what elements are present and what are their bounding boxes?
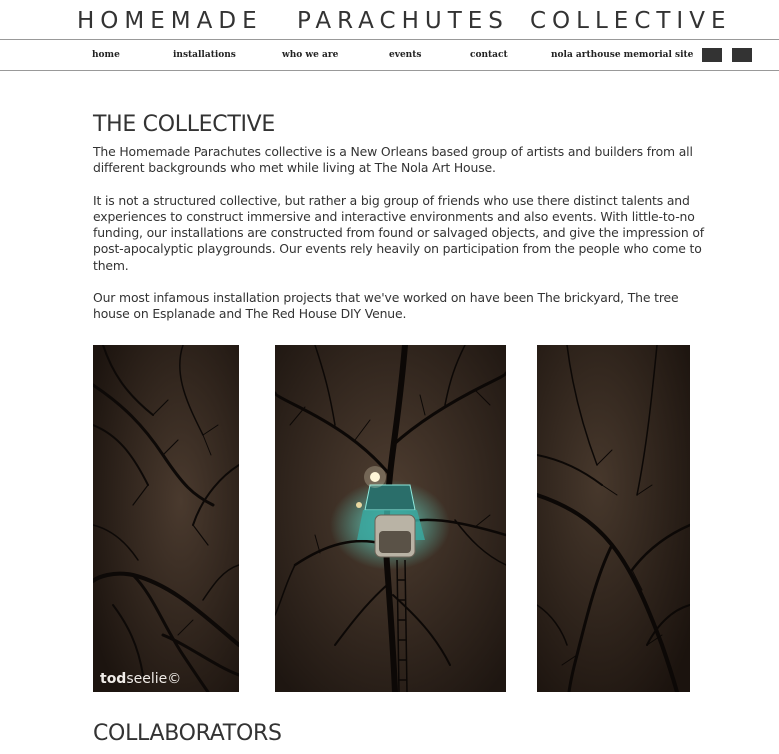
photo-right-tree[interactable] — [537, 345, 690, 692]
intro-paragraph: The Homemade Parachutes collective is a … — [93, 144, 693, 176]
nav-item-who-we-are[interactable]: who we are — [282, 40, 338, 70]
page-title: THE COLLECTIVE — [93, 112, 276, 137]
nav-item-events[interactable]: events — [389, 40, 421, 70]
main-content: THE COLLECTIVE The Homemade Parachutes c… — [93, 110, 708, 323]
nav-item-contact[interactable]: contact — [470, 40, 508, 70]
site-title-word-collective: COLLECTIVE — [530, 8, 732, 34]
photo-treehouse[interactable] — [275, 345, 506, 692]
nav-item-nola-arthouse-memorial-site[interactable]: nola arthouse memorial site — [551, 40, 693, 70]
main-nav: home installations who we are events con… — [0, 40, 779, 70]
site-title-word-homemade: HOMEMADE — [77, 8, 263, 34]
site-title: HOMEMADE PARACHUTES COLLECTIVE — [0, 4, 779, 38]
description-paragraph: It is not a structured collective, but r… — [93, 192, 704, 273]
projects-paragraph: Our most infamous installation projects … — [93, 290, 679, 322]
nav-item-home[interactable]: home — [92, 40, 120, 70]
social-link-icon-1[interactable] — [702, 48, 722, 62]
photo-credit-watermark: todseelie© — [100, 671, 182, 687]
header-divider-bottom — [0, 70, 779, 71]
collaborators-heading: COLLABORATORS — [93, 721, 282, 746]
site-title-word-parachutes: PARACHUTES — [297, 8, 509, 34]
nav-item-installations[interactable]: installations — [173, 40, 236, 70]
photo-left-tree[interactable]: todseelie© — [93, 345, 239, 692]
social-link-icon-2[interactable] — [732, 48, 752, 62]
